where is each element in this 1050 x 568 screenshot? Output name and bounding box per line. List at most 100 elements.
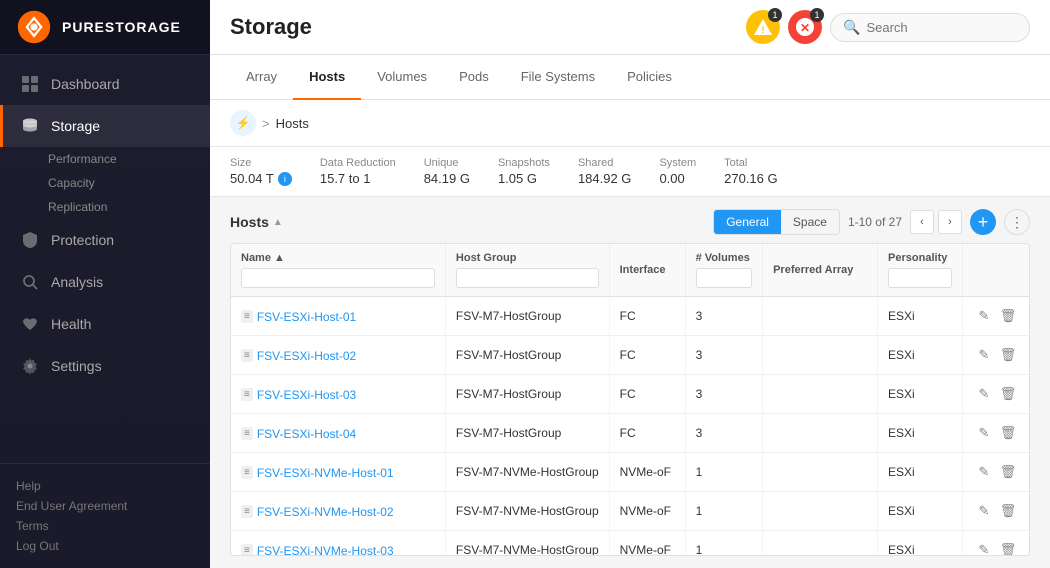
sidebar-item-dashboard[interactable]: Dashboard [0,63,210,105]
cell-actions: ✎ 🗑 [962,414,1029,453]
host-link[interactable]: FSV-ESXi-Host-03 [257,388,356,402]
host-link[interactable]: FSV-ESXi-Host-01 [257,310,356,324]
sidebar-item-analysis[interactable]: Analysis [0,261,210,303]
stat-snapshots: Snapshots 1.05 G [498,157,550,186]
footer-logout[interactable]: Log Out [16,536,194,556]
hosts-table: Name ▲ Host Group Interface # Volumes [230,243,1030,556]
tab-hosts[interactable]: Hosts [293,55,361,100]
cell-actions: ✎ 🗑 [962,375,1029,414]
sidebar-nav: Dashboard Storage Performance Capacity R… [0,55,210,463]
edit-button[interactable]: ✎ [973,305,995,327]
stat-size: Size 50.04 T i [230,157,292,186]
delete-button[interactable]: 🗑 [997,500,1019,522]
next-page-button[interactable]: › [938,210,962,234]
table-row: ≡ FSV-ESXi-Host-01 FSV-M7-HostGroup FC 3… [231,297,1029,336]
sidebar-item-settings[interactable]: Settings [0,345,210,387]
edit-button[interactable]: ✎ [973,422,995,444]
page-title: Storage [230,14,734,40]
stat-data-reduction: Data Reduction 15.7 to 1 [320,157,396,186]
delete-button[interactable]: 🗑 [997,305,1019,327]
delete-button[interactable]: 🗑 [997,539,1019,556]
cell-volumes: 3 [685,414,762,453]
footer-eua[interactable]: End User Agreement [16,496,194,516]
topbar-icons: ! 1 ✕ 1 🔍 [746,10,1030,44]
edit-button[interactable]: ✎ [973,461,995,483]
cell-name: ≡ FSV-ESXi-Host-02 [231,336,445,375]
filter-host-group[interactable] [456,268,599,288]
svg-text:✕: ✕ [800,21,810,35]
delete-button[interactable]: 🗑 [997,461,1019,483]
sidebar-item-protection[interactable]: Protection [0,219,210,261]
host-link[interactable]: FSV-ESXi-Host-04 [257,427,356,441]
cell-host-group: FSV-M7-HostGroup [445,375,609,414]
host-link[interactable]: FSV-ESXi-NVMe-Host-03 [257,544,394,556]
shield-icon [19,229,41,251]
col-header-preferred-array[interactable]: Preferred Array [763,244,878,297]
edit-button[interactable]: ✎ [973,500,995,522]
cell-host-group: FSV-M7-HostGroup [445,414,609,453]
host-link[interactable]: FSV-ESXi-NVMe-Host-01 [257,466,394,480]
sidebar-sub-capacity[interactable]: Capacity [48,171,210,195]
search-input[interactable] [866,20,1017,35]
cell-interface: FC [609,336,685,375]
view-space-button[interactable]: Space [781,210,839,234]
delete-button[interactable]: 🗑 [997,344,1019,366]
filter-personality[interactable] [888,268,952,288]
warning-alert-button[interactable]: ! 1 [746,10,780,44]
sidebar-sub-replication[interactable]: Replication [48,195,210,219]
sidebar-item-storage[interactable]: Storage [0,105,210,147]
grid-icon [19,73,41,95]
table-row: ≡ FSV-ESXi-Host-03 FSV-M7-HostGroup FC 3… [231,375,1029,414]
footer-terms[interactable]: Terms [16,516,194,536]
cell-preferred-array [763,414,878,453]
edit-button[interactable]: ✎ [973,383,995,405]
error-alert-button[interactable]: ✕ 1 [788,10,822,44]
cell-host-group: FSV-M7-HostGroup [445,336,609,375]
cell-volumes: 3 [685,297,762,336]
cell-name: ≡ FSV-ESXi-NVMe-Host-03 [231,531,445,557]
cell-name: ≡ FSV-ESXi-NVMe-Host-01 [231,453,445,492]
footer-help[interactable]: Help [16,476,194,496]
cell-host-group: FSV-M7-HostGroup [445,297,609,336]
warning-count: 1 [768,8,782,22]
col-header-volumes[interactable]: # Volumes [685,244,762,297]
filter-name[interactable] [241,268,435,288]
host-link[interactable]: FSV-ESXi-NVMe-Host-02 [257,505,394,519]
sidebar-item-health[interactable]: Health [0,303,210,345]
sort-icon[interactable]: ▲ [273,217,283,228]
edit-button[interactable]: ✎ [973,344,995,366]
more-options-button[interactable]: ⋮ [1004,209,1030,235]
sidebar-footer: Help End User Agreement Terms Log Out [0,463,210,568]
add-host-button[interactable]: + [970,209,996,235]
col-header-interface[interactable]: Interface [609,244,685,297]
delete-button[interactable]: 🗑 [997,422,1019,444]
size-info-icon[interactable]: i [278,172,292,186]
search-box[interactable]: 🔍 [830,13,1030,42]
host-icon: ≡ [241,427,253,440]
cell-host-group: FSV-M7-NVMe-HostGroup [445,531,609,557]
tab-pods[interactable]: Pods [443,55,505,100]
stats-bar: Size 50.04 T i Data Reduction 15.7 to 1 … [210,147,1050,197]
stat-shared: Shared 184.92 G [578,157,632,186]
col-header-name[interactable]: Name ▲ [231,244,445,297]
prev-page-button[interactable]: ‹ [910,210,934,234]
cell-host-group: FSV-M7-NVMe-HostGroup [445,453,609,492]
gear-icon [19,355,41,377]
tab-policies[interactable]: Policies [611,55,688,100]
edit-button[interactable]: ✎ [973,539,995,556]
cell-actions: ✎ 🗑 [962,297,1029,336]
table-row: ≡ FSV-ESXi-NVMe-Host-01 FSV-M7-NVMe-Host… [231,453,1029,492]
delete-button[interactable]: 🗑 [997,383,1019,405]
col-header-host-group[interactable]: Host Group [445,244,609,297]
stat-system: System 0.00 [659,157,696,186]
main-content: Storage ! 1 ✕ 1 🔍 Arra [210,0,1050,568]
tab-volumes[interactable]: Volumes [361,55,443,100]
host-link[interactable]: FSV-ESXi-Host-02 [257,349,356,363]
sidebar-sub-performance[interactable]: Performance [48,147,210,171]
tab-file-systems[interactable]: File Systems [505,55,611,100]
breadcrumb-icon: ⚡ [230,110,256,136]
view-general-button[interactable]: General [714,210,781,234]
tab-array[interactable]: Array [230,55,293,100]
col-header-personality[interactable]: Personality [878,244,963,297]
filter-volumes[interactable] [696,268,752,288]
